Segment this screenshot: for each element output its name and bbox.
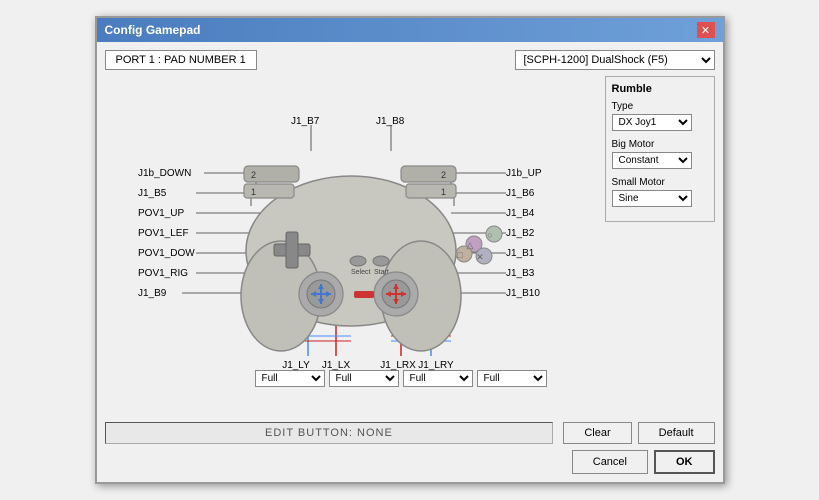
device-select-container: [SCPH-1200] DualShock (F5) xyxy=(515,50,715,70)
type-label: Type xyxy=(612,101,708,112)
label-POV1_DOW: POV1_DOW xyxy=(138,248,195,259)
label-POV1_LEF: POV1_LEF xyxy=(138,228,189,239)
svg-text:○: ○ xyxy=(487,230,492,240)
label-J1_B3: J1_B3 xyxy=(506,268,535,279)
svg-text:△: △ xyxy=(466,240,473,250)
big-motor-label: Big Motor xyxy=(612,139,708,150)
svg-text:2: 2 xyxy=(251,170,256,180)
big-motor-select[interactable]: Constant Sine None xyxy=(612,152,692,169)
cancel-button[interactable]: Cancel xyxy=(572,450,648,474)
label-J1b_UP: J1b_UP xyxy=(506,168,542,179)
stick-label-J1_LRX: J1_LRX xyxy=(380,360,416,371)
label-J1_B6: J1_B6 xyxy=(506,188,535,199)
top-bar: PORT 1 : PAD NUMBER 1 [SCPH-1200] DualSh… xyxy=(105,50,715,70)
label-J1b_DOWN: J1b_DOWN xyxy=(138,168,191,179)
svg-text:1: 1 xyxy=(251,187,256,197)
label-J1_B2: J1_B2 xyxy=(506,228,535,239)
ok-button[interactable]: OK xyxy=(654,450,715,474)
close-button[interactable]: ✕ xyxy=(697,22,715,38)
label-J1_B8: J1_B8 xyxy=(376,116,405,127)
label-J1_B10: J1_B10 xyxy=(506,288,540,299)
type-select[interactable]: DX Joy1 DX Joy2 None xyxy=(612,114,692,131)
ok-cancel-row: Cancel OK xyxy=(105,450,715,474)
svg-text:2: 2 xyxy=(441,170,446,180)
gamepad-container: J1b_DOWN J1_B5 POV1_UP POV1_LEF POV1_DOW… xyxy=(136,76,566,366)
label-POV1_UP: POV1_UP xyxy=(138,208,184,219)
label-J1_B4: J1_B4 xyxy=(506,208,535,219)
default-button[interactable]: Default xyxy=(638,422,715,444)
port-label: PORT 1 : PAD NUMBER 1 xyxy=(105,50,257,70)
edit-button-bar: EDIT BUTTON: NONE xyxy=(105,422,554,444)
main-content: PORT 1 : PAD NUMBER 1 [SCPH-1200] DualSh… xyxy=(97,42,723,482)
label-J1_B9: J1_B9 xyxy=(138,288,167,299)
action-buttons: Clear Default xyxy=(563,422,714,444)
svg-text:Select: Select xyxy=(351,269,371,276)
rumble-title: Rumble xyxy=(612,83,708,95)
stick-label-J1_LX: J1_LX xyxy=(321,360,350,371)
config-gamepad-window: Config Gamepad ✕ PORT 1 : PAD NUMBER 1 [… xyxy=(95,16,725,484)
stick-label-J1_LY: J1_LY xyxy=(282,360,310,371)
gamepad-section: J1b_DOWN J1_B5 POV1_UP POV1_LEF POV1_DOW… xyxy=(105,76,597,416)
device-select[interactable]: [SCPH-1200] DualShock (F5) xyxy=(515,50,715,70)
small-motor-select[interactable]: Sine Constant None xyxy=(612,190,692,207)
svg-text:✕: ✕ xyxy=(476,252,484,262)
bottom-bar: EDIT BUTTON: NONE Clear Default Cancel O… xyxy=(105,422,715,474)
window-title: Config Gamepad xyxy=(105,23,201,37)
svg-text:□: □ xyxy=(457,250,463,260)
bottom-row: EDIT BUTTON: NONE Clear Default xyxy=(105,422,715,444)
label-J1_B7: J1_B7 xyxy=(291,116,320,127)
label-J1_B1: J1_B1 xyxy=(506,248,535,259)
svg-text:1: 1 xyxy=(441,187,446,197)
clear-button[interactable]: Clear xyxy=(563,422,631,444)
gamepad-svg: J1b_DOWN J1_B5 POV1_UP POV1_LEF POV1_DOW… xyxy=(136,76,566,376)
label-POV1_RIG: POV1_RIG xyxy=(138,268,188,279)
main-area: J1b_DOWN J1_B5 POV1_UP POV1_LEF POV1_DOW… xyxy=(105,76,715,416)
label-J1_B5: J1_B5 xyxy=(138,188,167,199)
stick-label-J1_LRY: J1_LRY xyxy=(418,360,454,371)
edit-button-text: EDIT BUTTON: NONE xyxy=(265,427,393,439)
rumble-group: Rumble Type DX Joy1 DX Joy2 None Big Mot… xyxy=(605,76,715,222)
right-panel: Rumble Type DX Joy1 DX Joy2 None Big Mot… xyxy=(605,76,715,416)
small-motor-label: Small Motor xyxy=(612,177,708,188)
title-bar: Config Gamepad ✕ xyxy=(97,18,723,42)
